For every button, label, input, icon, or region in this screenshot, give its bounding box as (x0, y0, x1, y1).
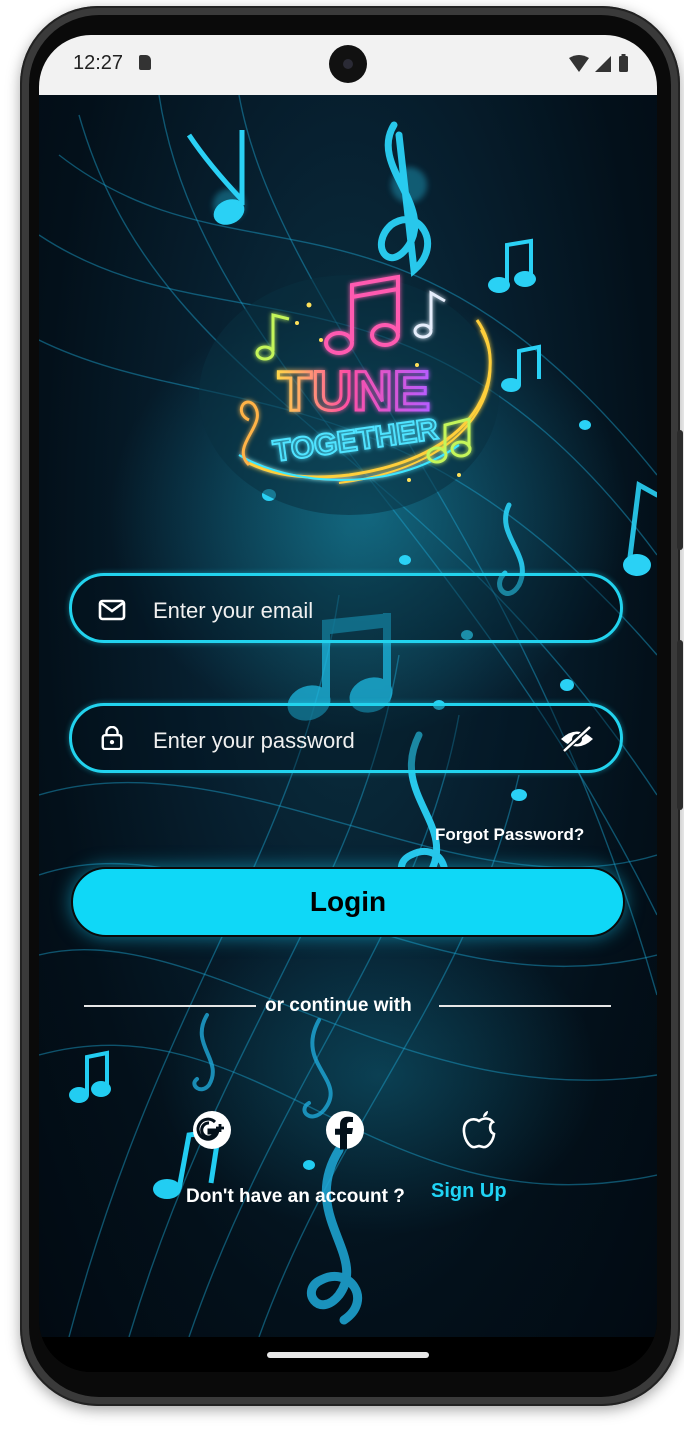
front-camera (329, 45, 367, 83)
lock-icon (101, 726, 123, 750)
status-bar: 12:27 (39, 35, 657, 95)
divider-right (439, 1005, 611, 1007)
login-screen: TUNE TOGETHER Enter your email Enter you… (39, 95, 657, 1337)
volume-button (677, 640, 683, 810)
power-button (677, 430, 683, 550)
mail-icon (98, 599, 126, 621)
tune-together-logo: TUNE TOGETHER (238, 274, 492, 484)
signup-link[interactable]: Sign Up (431, 1180, 507, 1203)
system-icons (569, 54, 628, 72)
logo-line1: TUNE (278, 359, 430, 422)
screen: 12:27 TUNE TOGETHER Enter your email Ent… (39, 35, 657, 1372)
facebook-icon[interactable] (325, 1110, 365, 1150)
google-plus-icon[interactable] (192, 1110, 232, 1150)
apple-icon[interactable] (459, 1110, 499, 1150)
password-placeholder: Enter your password (153, 728, 355, 753)
divider-label: or continue with (265, 995, 412, 1016)
eye-off-icon[interactable] (558, 724, 596, 754)
email-placeholder: Enter your email (153, 598, 314, 623)
signup-prompt: Don't have an account ? (186, 1186, 405, 1207)
forgot-password-link[interactable]: Forgot Password? (435, 825, 584, 845)
login-button[interactable]: Login (71, 867, 625, 937)
email-field[interactable]: Enter your email (69, 573, 623, 643)
divider-left (84, 1005, 256, 1007)
password-field[interactable]: Enter your password (69, 703, 623, 773)
navigation-bar (39, 1337, 657, 1372)
wifi-icon (569, 55, 589, 72)
signal-icon (595, 56, 611, 72)
status-time: 12:27 (73, 52, 124, 74)
sd-card-icon (139, 55, 151, 70)
battery-icon (619, 54, 628, 72)
home-gesture-handle[interactable] (267, 1352, 429, 1358)
